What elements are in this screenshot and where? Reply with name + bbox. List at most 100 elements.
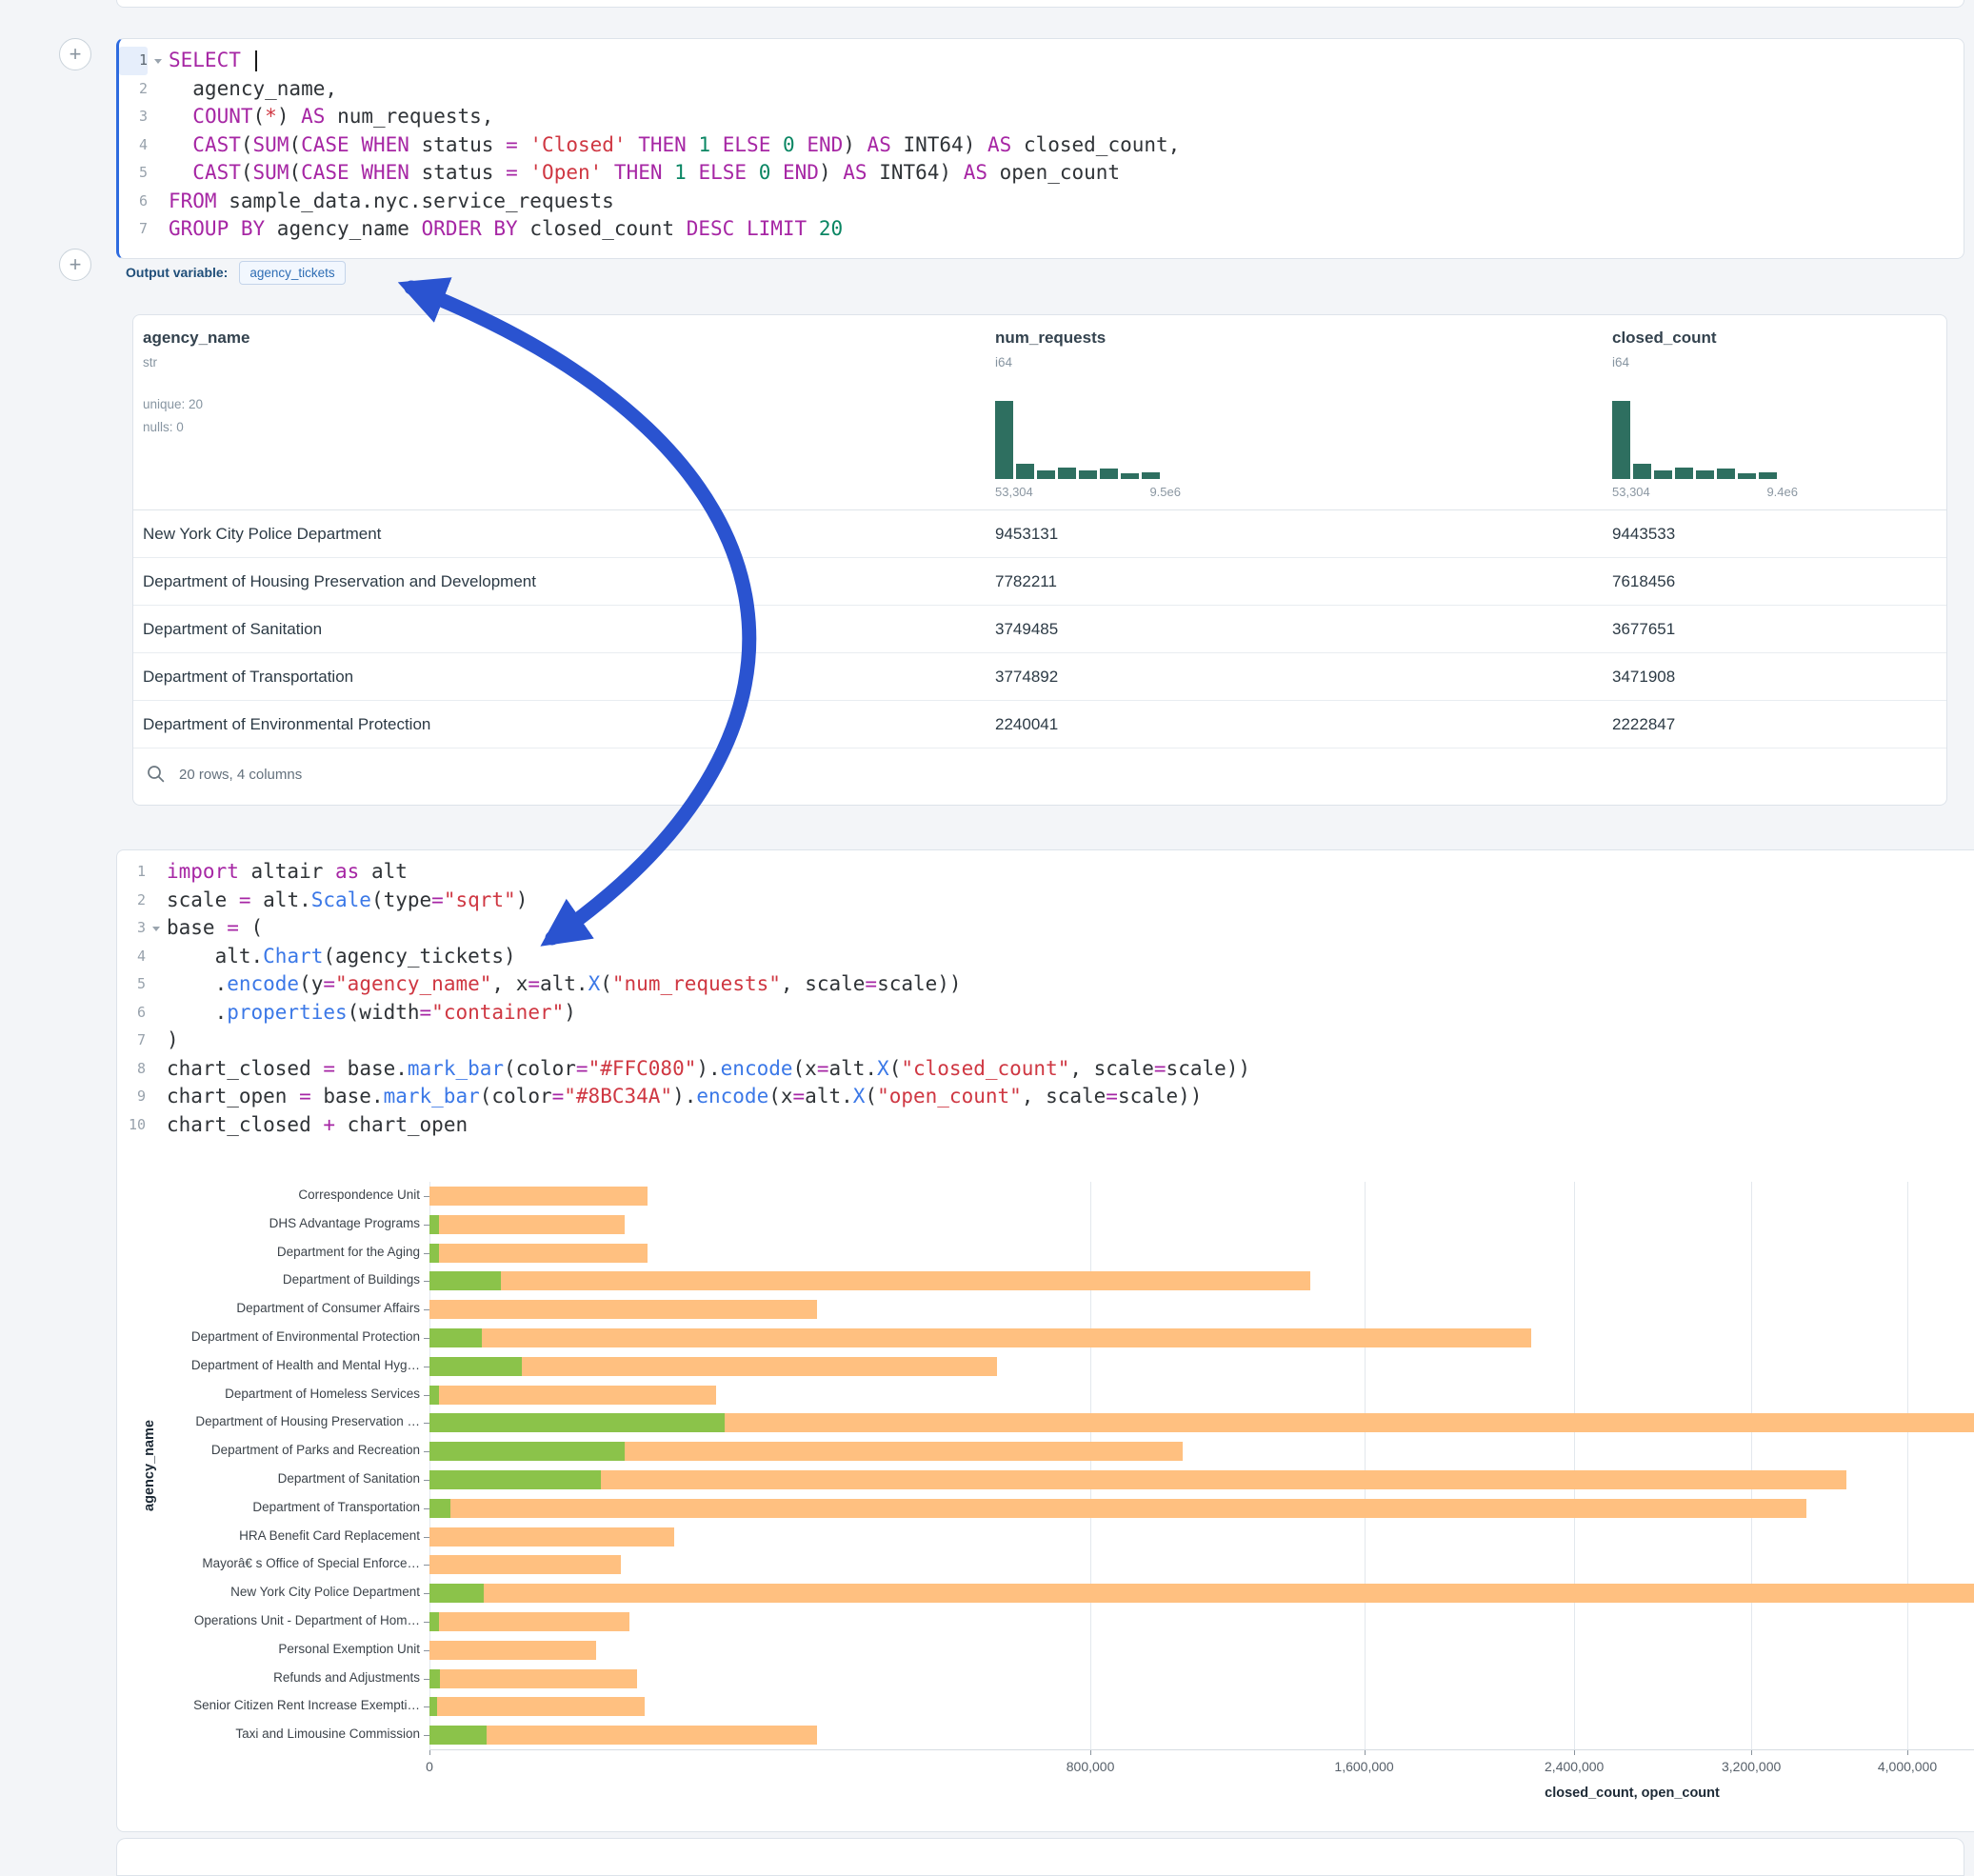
- output-variable-chip[interactable]: agency_tickets: [239, 261, 345, 285]
- bar-open-count: [429, 1413, 725, 1432]
- line-number: 4: [117, 943, 146, 971]
- x-gridline: [1365, 1182, 1366, 1749]
- code-line[interactable]: 10chart_closed + chart_open: [117, 1111, 1974, 1140]
- bar-closed-count: [429, 1612, 629, 1631]
- fold-spacer: [148, 103, 169, 131]
- fold-spacer: [148, 215, 169, 244]
- table-row[interactable]: Department of Environmental Protection22…: [133, 701, 1946, 748]
- search-icon[interactable]: [147, 765, 166, 784]
- fold-chevron-icon[interactable]: [148, 47, 169, 75]
- code-text: import altair as alt: [167, 858, 408, 887]
- table-row[interactable]: Department of Sanitation37494853677651: [133, 606, 1946, 653]
- line-number: 5: [119, 159, 148, 188]
- x-tick-label: 4,000,000: [1878, 1759, 1937, 1774]
- table-cell: 3749485: [995, 606, 1058, 652]
- bar-open-count: [429, 1244, 439, 1263]
- bar-closed-count: [429, 1470, 1846, 1489]
- y-category-label: Senior Citizen Rent Increase Exempti…: [117, 1698, 420, 1712]
- table-row[interactable]: Department of Transportation377489234719…: [133, 653, 1946, 701]
- histogram-bar: [1016, 464, 1034, 479]
- code-text: .encode(y="agency_name", x=alt.X("num_re…: [167, 970, 962, 999]
- code-text: base = (: [167, 914, 263, 943]
- column-name: closed_count: [1612, 329, 1717, 348]
- table-row[interactable]: New York City Police Department945313194…: [133, 510, 1946, 558]
- fold-spacer: [146, 1083, 167, 1111]
- table-row[interactable]: Department of Housing Preservation and D…: [133, 558, 1946, 606]
- fold-spacer: [146, 858, 167, 887]
- histogram-bar: [1759, 472, 1777, 479]
- fold-chevron-icon[interactable]: [146, 914, 167, 943]
- code-text: ): [167, 1027, 179, 1055]
- histogram-bar: [1058, 468, 1076, 479]
- bar-closed-count: [429, 1187, 648, 1206]
- table-cell: 7782211: [995, 558, 1057, 605]
- code-line[interactable]: 8chart_closed = base.mark_bar(color="#FF…: [117, 1055, 1974, 1084]
- fold-spacer: [146, 887, 167, 915]
- line-number: 3: [119, 103, 148, 131]
- code-text: scale = alt.Scale(type="sqrt"): [167, 887, 528, 915]
- line-number: 4: [119, 131, 148, 160]
- code-line[interactable]: 6 .properties(width="container"): [117, 999, 1974, 1028]
- histogram-bar: [1633, 464, 1651, 479]
- line-number: 3: [117, 914, 146, 943]
- line-number: 7: [117, 1027, 146, 1055]
- code-line[interactable]: 9chart_open = base.mark_bar(color="#8BC3…: [117, 1083, 1974, 1111]
- sql-code-editor[interactable]: 1SELECT 2 agency_name,3 COUNT(*) AS num_…: [119, 47, 1964, 244]
- code-line[interactable]: 2 scale = alt.Scale(type="sqrt"): [117, 887, 1974, 915]
- bar-closed-count: [429, 1244, 648, 1263]
- histogram-bar: [1142, 472, 1160, 479]
- code-line[interactable]: 7 GROUP BY agency_name ORDER BY closed_co…: [119, 215, 1964, 244]
- code-line[interactable]: 2 agency_name,: [119, 75, 1964, 104]
- bar-closed-count: [429, 1271, 1310, 1290]
- column-meta-unique: unique: 20: [143, 397, 203, 411]
- code-line[interactable]: 5 CAST(SUM(CASE WHEN status = 'Open' THE…: [119, 159, 1964, 188]
- code-text: GROUP BY agency_name ORDER BY closed_cou…: [169, 215, 843, 244]
- bar-closed-count: [429, 1499, 1806, 1518]
- bar-open-count: [429, 1470, 601, 1489]
- output-variable-row: Output variable: agency_tickets: [126, 259, 346, 286]
- code-line[interactable]: 3 COUNT(*) AS num_requests,: [119, 103, 1964, 131]
- code-line[interactable]: 6FROM sample_data.nyc.service_requests: [119, 188, 1964, 216]
- line-number: 1: [119, 47, 148, 75]
- bar-open-count: [429, 1357, 522, 1376]
- column-name: num_requests: [995, 329, 1106, 348]
- python-code-editor[interactable]: 1import altair as alt2 scale = alt.Scale(…: [117, 858, 1974, 1139]
- y-category-label: Operations Unit - Department of Hom…: [117, 1613, 420, 1627]
- table-cell: 9453131: [995, 510, 1058, 557]
- code-line[interactable]: 4 CAST(SUM(CASE WHEN status = 'Closed' T…: [119, 131, 1964, 160]
- table-cell: New York City Police Department: [143, 510, 381, 557]
- y-category-label: Department of Environmental Protection: [117, 1329, 420, 1344]
- add-cell-button-middle[interactable]: +: [59, 249, 91, 281]
- bar-open-count: [429, 1271, 501, 1290]
- code-line[interactable]: 7): [117, 1027, 1974, 1055]
- table-cell: Department of Transportation: [143, 653, 353, 700]
- column-type: i64: [1612, 355, 1629, 369]
- x-gridline: [1090, 1182, 1091, 1749]
- x-tick-label: 2,400,000: [1545, 1759, 1604, 1774]
- y-axis-title: agency_name: [142, 1420, 157, 1511]
- line-number: 2: [117, 887, 146, 915]
- hist-max-label: 9.5e6: [1149, 485, 1181, 499]
- bar-closed-count: [429, 1641, 596, 1660]
- bar-closed-count: [429, 1669, 637, 1688]
- code-line[interactable]: 1SELECT: [119, 47, 1964, 75]
- line-number: 7: [119, 215, 148, 244]
- code-line[interactable]: 1import altair as alt: [117, 858, 1974, 887]
- bar-closed-count: [429, 1697, 645, 1716]
- y-category-label: New York City Police Department: [117, 1585, 420, 1599]
- code-line[interactable]: 5 .encode(y="agency_name", x=alt.X("num_…: [117, 970, 1974, 999]
- code-line[interactable]: 4 alt.Chart(agency_tickets): [117, 943, 1974, 971]
- code-text: COUNT(*) AS num_requests,: [169, 103, 493, 131]
- y-category-label: Department for the Aging: [117, 1245, 420, 1259]
- next-cell-stub: [116, 1838, 1964, 1876]
- bar-closed-count: [429, 1215, 625, 1234]
- fold-spacer: [146, 1055, 167, 1084]
- code-line[interactable]: 3 base = (: [117, 914, 1974, 943]
- add-cell-button-top[interactable]: +: [59, 38, 91, 70]
- y-category-label: Department of Health and Mental Hyg…: [117, 1358, 420, 1372]
- histogram-bar: [1121, 473, 1139, 479]
- histogram-bar: [1696, 470, 1714, 479]
- previous-cell-stub: [116, 0, 1964, 8]
- fold-spacer: [146, 1027, 167, 1055]
- fold-spacer: [148, 75, 169, 104]
